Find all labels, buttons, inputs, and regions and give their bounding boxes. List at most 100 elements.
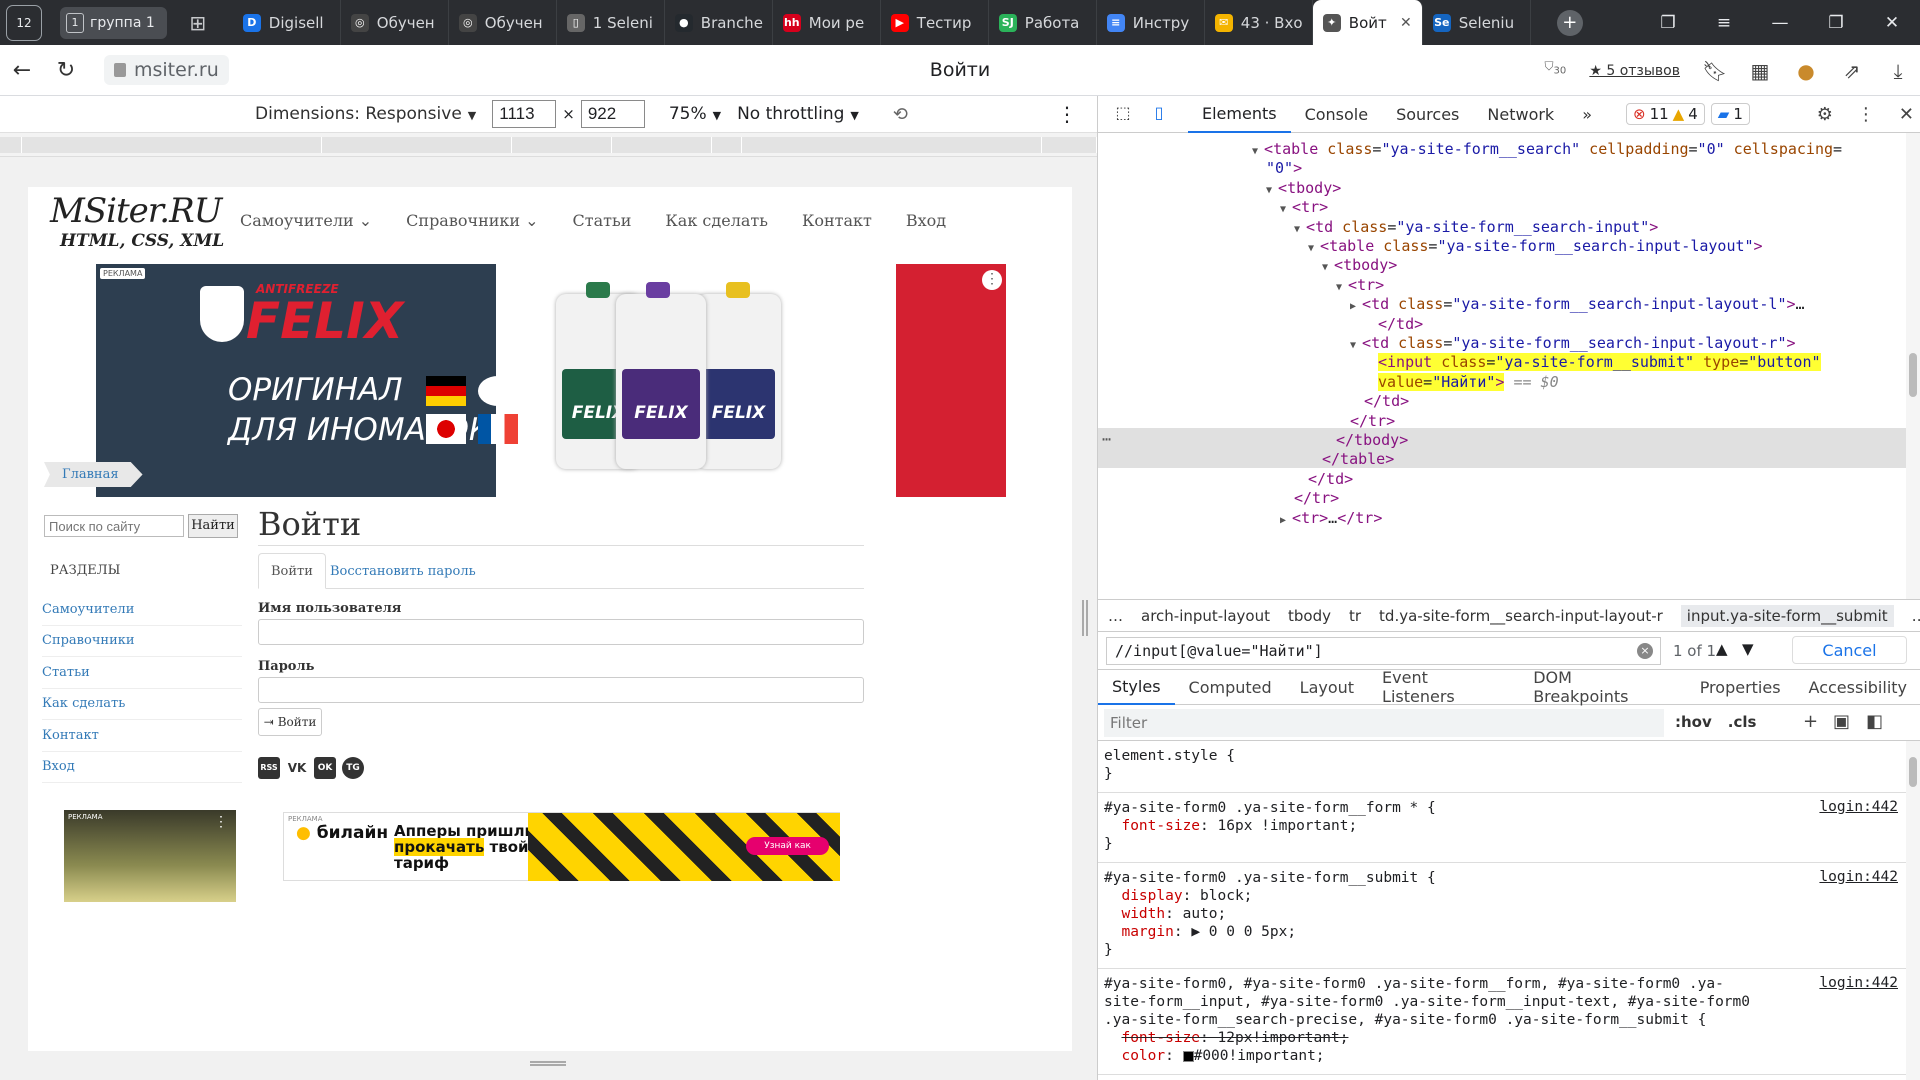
browser-tab[interactable]: ● Branche bbox=[665, 0, 773, 45]
devtools-tab[interactable]: Elements bbox=[1188, 96, 1291, 133]
height-input[interactable] bbox=[580, 100, 645, 128]
dom-node-line[interactable]: </td> bbox=[1378, 314, 1423, 334]
styles-scrollbar[interactable] bbox=[1906, 741, 1920, 1080]
issues-counter[interactable]: ⊗ 11 ▲ 4 bbox=[1626, 103, 1705, 125]
section-link[interactable]: Справочники bbox=[42, 626, 242, 657]
section-link[interactable]: Вход bbox=[42, 752, 242, 783]
styles-pane[interactable]: element.style {} #ya-site-form0 .ya-site-… bbox=[1098, 741, 1906, 1080]
dom-breadcrumb[interactable]: … bbox=[1108, 607, 1123, 625]
maximize-button[interactable]: ❐ bbox=[1808, 13, 1864, 33]
dom-node-line[interactable]: </td> bbox=[1308, 469, 1353, 489]
new-tab-button[interactable]: + bbox=[1556, 9, 1583, 36]
ad-menu-icon[interactable]: ⋮ bbox=[982, 270, 1002, 290]
section-link[interactable]: Как сделать bbox=[42, 689, 242, 720]
back-icon[interactable]: ← bbox=[0, 58, 44, 83]
dom-node-line[interactable]: </tr> bbox=[1350, 411, 1395, 431]
devtools-tab[interactable]: Sources bbox=[1382, 96, 1473, 133]
style-rule[interactable]: #ya-site-form0 .ya-site-form__submit { d… bbox=[1098, 869, 1906, 969]
viewport-resize-handle-right[interactable] bbox=[1082, 600, 1088, 636]
previous-result-icon[interactable]: ▲ bbox=[1716, 640, 1728, 658]
styles-subtab[interactable]: Accessibility bbox=[1795, 670, 1920, 705]
login-button[interactable]: ⇥ Войти bbox=[258, 708, 322, 736]
dom-breadcrumb[interactable]: tr bbox=[1349, 607, 1361, 625]
collapse-icon[interactable]: ▼ bbox=[1280, 204, 1292, 215]
reviews-link[interactable]: ★ 5 отзывов bbox=[1589, 63, 1680, 79]
node-actions-icon[interactable]: ⋯ bbox=[1102, 430, 1111, 448]
device-toggle-icon[interactable]: ▯ bbox=[1148, 103, 1170, 125]
dom-node-line[interactable]: </table> bbox=[1322, 449, 1394, 469]
style-source-link[interactable]: login:442 bbox=[1819, 975, 1898, 991]
site-search-input[interactable] bbox=[44, 515, 184, 537]
bookmark-icon[interactable]: 🔖︎ bbox=[1702, 59, 1727, 83]
dom-tree[interactable]: ⋯ ▼ <table class="ya-site-form__search" … bbox=[1098, 133, 1920, 599]
zoom-select[interactable]: 75% ▼ bbox=[669, 104, 721, 124]
styles-subtab[interactable]: DOM Breakpoints bbox=[1519, 668, 1686, 706]
workspaces-button[interactable]: 12 bbox=[6, 4, 42, 41]
more-tabs-icon[interactable]: » bbox=[1568, 96, 1606, 133]
dom-node-line[interactable]: </tbody> bbox=[1336, 430, 1408, 450]
download-icon[interactable]: ⤓ bbox=[1886, 59, 1910, 83]
dom-breadcrumb[interactable]: … bbox=[1912, 607, 1920, 625]
dom-node-line[interactable]: ▼ <table class="ya-site-form__search" ce… bbox=[1252, 139, 1842, 159]
dom-node-line[interactable]: "0"> bbox=[1266, 158, 1302, 178]
browser-tab[interactable]: ✉ 43 · Вхо bbox=[1205, 0, 1313, 45]
browser-tab[interactable]: Se Seleniu bbox=[1423, 0, 1531, 45]
section-link[interactable]: Самоучители bbox=[42, 594, 242, 626]
felix-ad-banner[interactable]: РЕКЛАМА ANTIFREEZE FELIX ОРИГИНАЛ ДЛЯ ИН… bbox=[96, 264, 1006, 497]
devtools-tab[interactable]: Console bbox=[1291, 96, 1383, 133]
styles-subtab[interactable]: Event Listeners bbox=[1368, 668, 1519, 706]
messages-counter[interactable]: ▰ 1 bbox=[1710, 103, 1750, 125]
dom-node-line[interactable]: ▼ <tr> bbox=[1336, 275, 1384, 295]
styles-subtab[interactable]: Properties bbox=[1686, 670, 1795, 705]
dom-node-line[interactable]: value="Найти"> == $0 bbox=[1378, 372, 1559, 392]
dom-breadcrumb[interactable]: td.ya-site-form__search-input-layout-r bbox=[1379, 607, 1663, 625]
dom-node-line[interactable]: </tr> bbox=[1294, 488, 1339, 508]
new-tab-group-icon[interactable]: ⊞ bbox=[183, 10, 213, 36]
devtools-tab[interactable]: Network bbox=[1473, 96, 1568, 133]
ad-menu-icon[interactable]: ⋮ bbox=[214, 814, 228, 830]
site-menu-item[interactable]: Статьи bbox=[573, 211, 632, 230]
site-menu-item[interactable]: Самоучители ⌄ bbox=[240, 211, 372, 230]
password-field[interactable] bbox=[258, 677, 864, 703]
expand-icon[interactable]: ▶ bbox=[1280, 515, 1292, 526]
browser-tab[interactable]: ◎ Обучен bbox=[341, 0, 449, 45]
style-rule[interactable]: #ya-site-form0 .ya-site-form__form * { f… bbox=[1098, 799, 1906, 863]
close-tab-icon[interactable]: ✕ bbox=[1400, 15, 1412, 31]
menu-icon[interactable]: ≡ bbox=[1696, 13, 1752, 33]
reload-icon[interactable]: ↻ bbox=[44, 58, 88, 83]
next-result-icon[interactable]: ▼ bbox=[1742, 640, 1754, 658]
browser-tab[interactable]: SJ Работа bbox=[989, 0, 1097, 45]
qr-code-icon[interactable]: ▦ bbox=[1748, 59, 1772, 83]
dom-breadcrumb[interactable]: arch-input-layout bbox=[1141, 607, 1270, 625]
add-rule-icon[interactable]: + bbox=[1803, 711, 1818, 732]
inspect-element-icon[interactable]: ⬚ bbox=[1112, 103, 1134, 125]
dom-node-line[interactable]: ▶ <td class="ya-site-form__search-input-… bbox=[1350, 294, 1805, 314]
ruler-segment[interactable] bbox=[742, 137, 1042, 153]
clear-search-icon[interactable]: × bbox=[1637, 643, 1653, 659]
ruler-segment[interactable] bbox=[612, 137, 712, 153]
breadcrumb-home[interactable]: Главная bbox=[44, 462, 143, 487]
rss-icon[interactable]: RSS bbox=[258, 757, 280, 779]
url-field[interactable]: msiter.ru bbox=[104, 55, 229, 85]
collapse-icon[interactable]: ▼ bbox=[1322, 262, 1334, 273]
styles-subtab[interactable]: Styles bbox=[1098, 670, 1175, 705]
styles-subtab[interactable]: Computed bbox=[1175, 670, 1286, 705]
rotate-icon[interactable]: ⟲ bbox=[893, 104, 908, 125]
dom-node-line[interactable]: ▶ <tr>…</tr> bbox=[1280, 508, 1382, 528]
hov-toggle[interactable]: :hov bbox=[1675, 713, 1712, 731]
cls-toggle[interactable]: .cls bbox=[1728, 713, 1757, 731]
collapse-icon[interactable]: ▼ bbox=[1294, 224, 1306, 235]
browser-tab[interactable]: ▯ 1 Seleni bbox=[557, 0, 665, 45]
dom-breadcrumb[interactable]: tbody bbox=[1288, 607, 1331, 625]
cancel-search-button[interactable]: Cancel bbox=[1792, 636, 1907, 664]
dom-search-input[interactable] bbox=[1106, 637, 1661, 665]
expand-icon[interactable]: ▶ bbox=[1350, 301, 1362, 312]
close-window-button[interactable]: ✕ bbox=[1864, 13, 1920, 33]
browser-tab[interactable]: ✦ Войт ✕ bbox=[1312, 0, 1423, 45]
tab-restore-password[interactable]: Восстановить пароль bbox=[318, 553, 488, 589]
dom-node-line[interactable]: ▼ <td class="ya-site-form__search-input-… bbox=[1350, 333, 1796, 353]
browser-tab[interactable]: hh Мои ре bbox=[773, 0, 881, 45]
style-source-link[interactable]: login:442 bbox=[1819, 869, 1898, 885]
site-logo[interactable]: MSiter.RU bbox=[50, 191, 222, 231]
browser-tab[interactable]: ≡ Инстру bbox=[1097, 0, 1205, 45]
